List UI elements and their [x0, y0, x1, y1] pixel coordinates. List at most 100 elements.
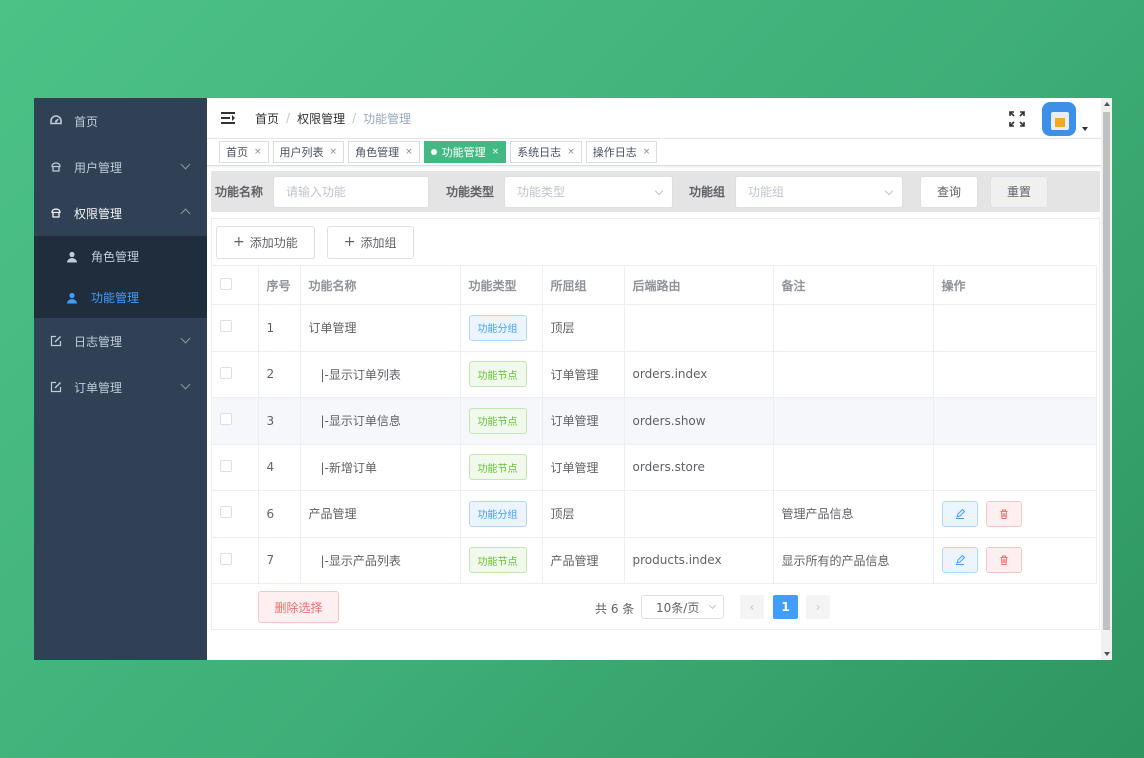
group-cell: 顶层	[542, 305, 624, 352]
row-checkbox[interactable]	[220, 413, 232, 425]
column-header: 备注	[773, 266, 933, 305]
fullscreen-icon[interactable]	[1008, 110, 1026, 128]
type-cell: 功能节点	[460, 398, 542, 445]
close-icon[interactable]: ×	[492, 147, 500, 157]
name-cell: |-新增订单	[300, 444, 460, 491]
sidebar-item-label: 日志管理	[74, 333, 122, 350]
row-select-cell	[212, 537, 258, 584]
group-cell: 订单管理	[542, 444, 624, 491]
sidebar-item-label: 订单管理	[74, 379, 122, 396]
note-cell: 管理产品信息	[773, 491, 933, 538]
tags-view: 首页× 用户列表× 角色管理× 功能管理× 系统日志× 操作日志 ×	[207, 138, 1112, 166]
next-page-button[interactable]: ›	[806, 595, 830, 619]
functions-table: 序号 功能名称 功能类型 所屈组 后端路由 备注 操作 1订单管理功能分组顶层2…	[212, 265, 1097, 584]
search-bar: 功能名称 请输入功能 功能类型 功能类型 功能组 功能组 查询 重置	[211, 171, 1100, 212]
button-label: 添加功能	[250, 234, 298, 251]
scroll-up-icon[interactable]	[1104, 102, 1110, 106]
breadcrumb-item-current: 功能管理	[363, 110, 411, 127]
column-header: 所屈组	[542, 266, 624, 305]
note-cell	[773, 351, 933, 398]
hamburger-icon[interactable]	[221, 112, 235, 124]
close-icon[interactable]: ×	[643, 147, 651, 157]
row-select-cell	[212, 398, 258, 445]
page-scrollbar[interactable]	[1101, 98, 1112, 660]
tag-operation-log[interactable]: 操作日志 ×	[586, 141, 658, 163]
column-header: 操作	[933, 266, 1096, 305]
function-type-label: 功能类型	[446, 183, 494, 200]
function-type-select[interactable]: 功能类型	[504, 176, 673, 208]
type-cell: 功能分组	[460, 305, 542, 352]
row-checkbox[interactable]	[220, 320, 232, 332]
group-cell: 顶层	[542, 491, 624, 538]
edit-button[interactable]	[942, 547, 978, 573]
tag-system-log[interactable]: 系统日志×	[510, 141, 582, 163]
close-icon[interactable]: ×	[567, 147, 575, 157]
sidebar-item-users[interactable]: 用户管理	[34, 144, 207, 190]
close-icon[interactable]: ×	[330, 147, 338, 157]
tag-label: 操作日志	[593, 144, 637, 160]
table-row: 2|-显示订单列表功能节点订单管理orders.index	[212, 351, 1096, 398]
delete-button[interactable]	[986, 501, 1022, 527]
sidebar-item-logs[interactable]: 日志管理	[34, 318, 207, 364]
group-cell: 订单管理	[542, 398, 624, 445]
delete-button[interactable]	[986, 547, 1022, 573]
name-cell: 产品管理	[300, 491, 460, 538]
query-button[interactable]: 查询	[920, 176, 978, 208]
note-cell: 显示所有的产品信息	[773, 537, 933, 584]
select-all-header	[212, 266, 258, 305]
page-size-value: 10条/页	[656, 599, 699, 616]
sidebar-item-roles[interactable]: 角色管理	[34, 236, 207, 277]
user-group-icon	[50, 207, 62, 219]
id-cell: 3	[258, 398, 300, 445]
breadcrumb-item[interactable]: 权限管理	[297, 110, 345, 127]
add-group-button[interactable]: +添加组	[327, 226, 414, 259]
function-group-select[interactable]: 功能组	[735, 176, 903, 208]
plus-icon: +	[233, 234, 245, 250]
sidebar: 首页 用户管理 权限管理 角色管理	[34, 98, 207, 660]
row-checkbox[interactable]	[220, 460, 232, 472]
page-number-current[interactable]: 1	[773, 595, 798, 619]
row-checkbox[interactable]	[220, 367, 232, 379]
avatar[interactable]	[1042, 102, 1076, 136]
table-row: 4|-新增订单功能节点订单管理orders.store	[212, 444, 1096, 491]
close-icon[interactable]: ×	[254, 147, 262, 157]
tag-home[interactable]: 首页×	[219, 141, 269, 163]
id-cell: 1	[258, 305, 300, 352]
sidebar-item-label: 功能管理	[91, 289, 139, 306]
type-cell: 功能节点	[460, 351, 542, 398]
breadcrumb-item[interactable]: 首页	[255, 110, 279, 127]
scrollbar-thumb[interactable]	[1103, 112, 1110, 630]
close-icon[interactable]: ×	[405, 147, 413, 157]
sidebar-item-home[interactable]: 首页	[34, 98, 207, 144]
sidebar-item-permissions[interactable]: 权限管理	[34, 190, 207, 236]
sidebar-item-label: 角色管理	[91, 248, 139, 265]
tag-roles[interactable]: 角色管理×	[348, 141, 420, 163]
ops-cell	[933, 444, 1096, 491]
row-checkbox[interactable]	[220, 553, 232, 565]
tag-user-list[interactable]: 用户列表×	[273, 141, 345, 163]
column-header: 功能类型	[460, 266, 542, 305]
row-checkbox[interactable]	[220, 506, 232, 518]
delete-selected-button[interactable]: 删除选择	[258, 591, 339, 623]
edit-icon	[955, 555, 965, 565]
plus-icon: +	[344, 234, 356, 250]
page-size-select[interactable]: 10条/页	[641, 595, 724, 619]
content: 功能名称 请输入功能 功能类型 功能类型 功能组 功能组 查询 重置 + 添加功能…	[211, 171, 1100, 630]
active-dot-icon	[431, 149, 437, 155]
placeholder: 功能类型	[517, 183, 565, 200]
route-cell	[624, 491, 773, 538]
note-cell	[773, 444, 933, 491]
tag-functions[interactable]: 功能管理×	[424, 141, 507, 163]
sidebar-item-label: 权限管理	[74, 205, 122, 222]
sidebar-item-orders[interactable]: 订单管理	[34, 364, 207, 410]
scroll-down-icon[interactable]	[1104, 652, 1110, 656]
select-all-checkbox[interactable]	[220, 278, 232, 290]
type-badge: 功能节点	[469, 408, 527, 434]
caret-down-icon[interactable]	[1082, 127, 1088, 131]
sidebar-item-functions[interactable]: 功能管理	[34, 277, 207, 318]
reset-button[interactable]: 重置	[990, 176, 1048, 208]
prev-page-button[interactable]: ‹	[740, 595, 764, 619]
edit-button[interactable]	[942, 501, 978, 527]
add-function-button[interactable]: + 添加功能	[216, 226, 315, 259]
function-name-input[interactable]: 请输入功能	[273, 176, 429, 208]
